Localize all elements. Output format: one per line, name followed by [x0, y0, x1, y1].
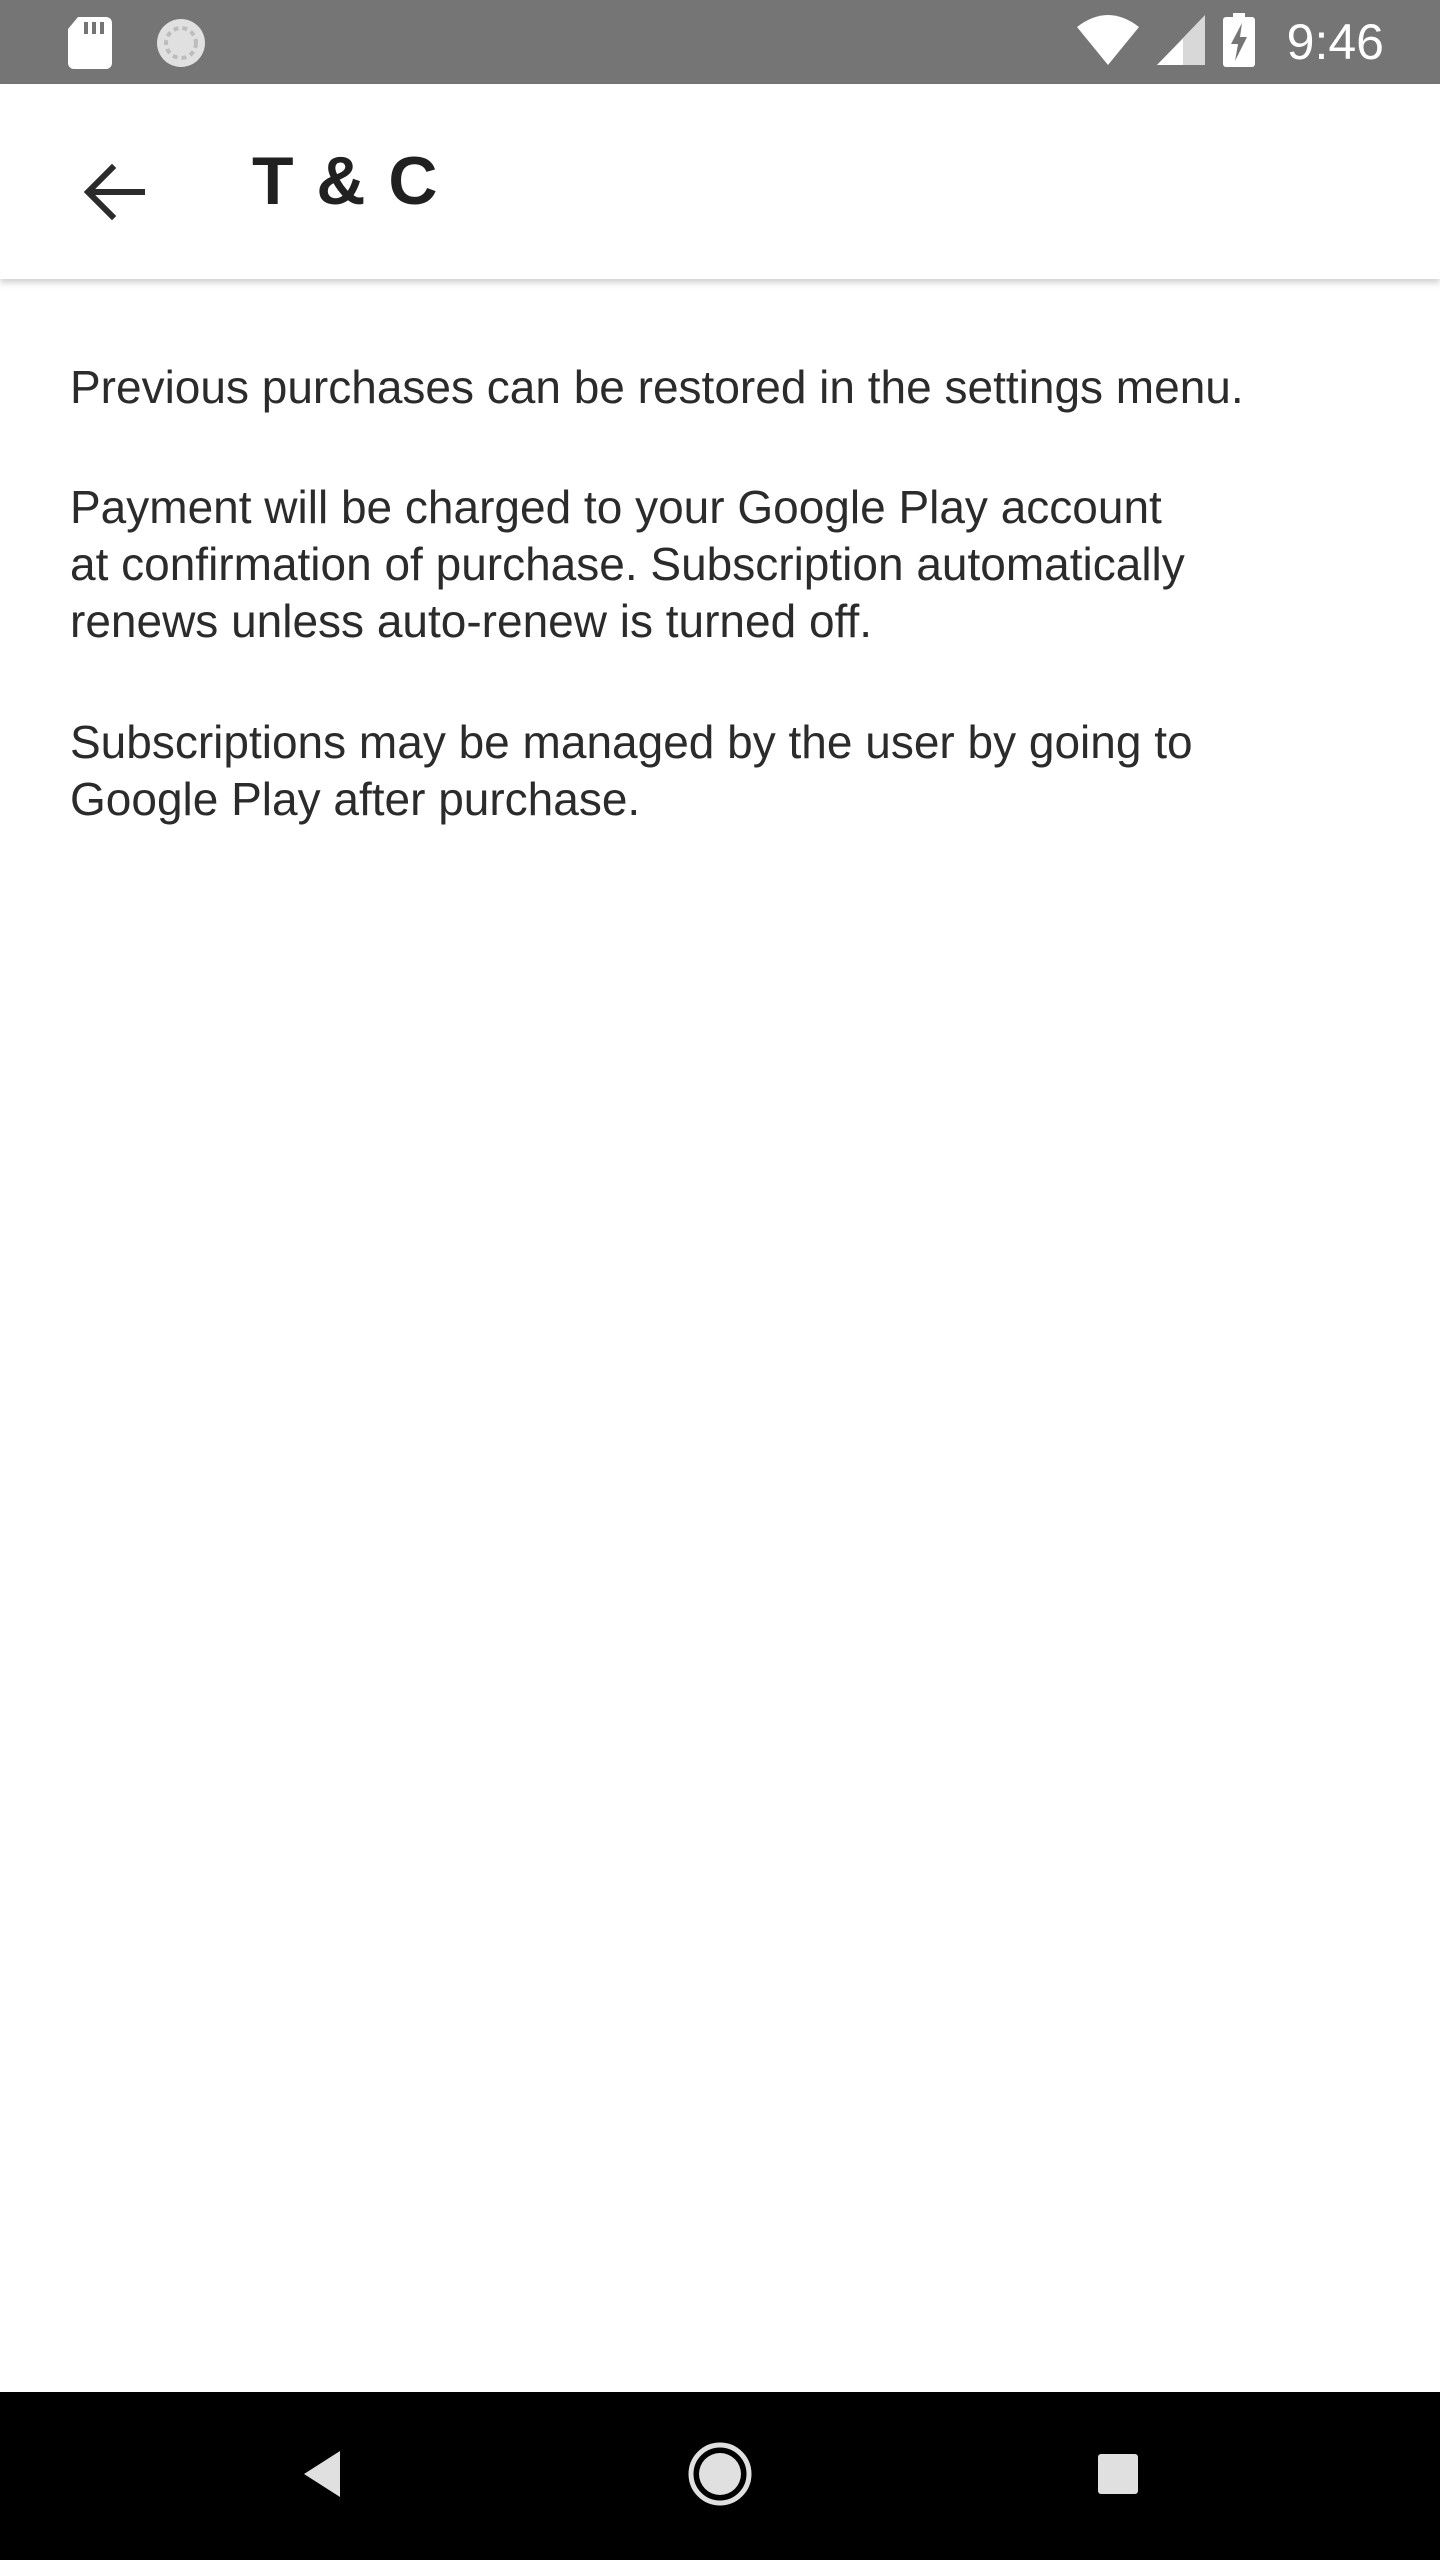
nav-recents-icon	[1096, 2452, 1140, 2501]
wifi-icon	[1076, 14, 1139, 70]
nav-back-button[interactable]	[272, 2426, 372, 2526]
status-bar: 9:46	[0, 0, 1440, 84]
system-nav-bar	[0, 2392, 1440, 2560]
signal-icon	[1156, 14, 1205, 70]
back-button[interactable]	[58, 138, 170, 250]
app-bar: T & C	[0, 84, 1440, 279]
nav-home-icon	[687, 2441, 753, 2512]
nav-home-button[interactable]	[670, 2426, 770, 2526]
sync-icon	[154, 16, 208, 75]
status-right-icons: 9:46	[1076, 0, 1384, 84]
nav-recents-button[interactable]	[1068, 2426, 1168, 2526]
restore-purchases-text: Previous purchases can be restored in th…	[70, 361, 1244, 413]
nav-back-icon	[300, 2449, 344, 2504]
subscription-management-text: Subscriptions may be managed by the user…	[70, 716, 1193, 825]
status-left-icons	[68, 16, 208, 75]
screen: 9:46 T & C Previous purchases can be res…	[0, 0, 1440, 2560]
status-time: 9:46	[1286, 14, 1384, 70]
payment-terms-text: Payment will be charged to your Google P…	[70, 481, 1185, 647]
page-title: T & C	[252, 143, 440, 219]
battery-charging-icon	[1222, 12, 1255, 72]
arrow-back-icon	[82, 163, 146, 225]
sd-card-icon	[68, 17, 112, 74]
